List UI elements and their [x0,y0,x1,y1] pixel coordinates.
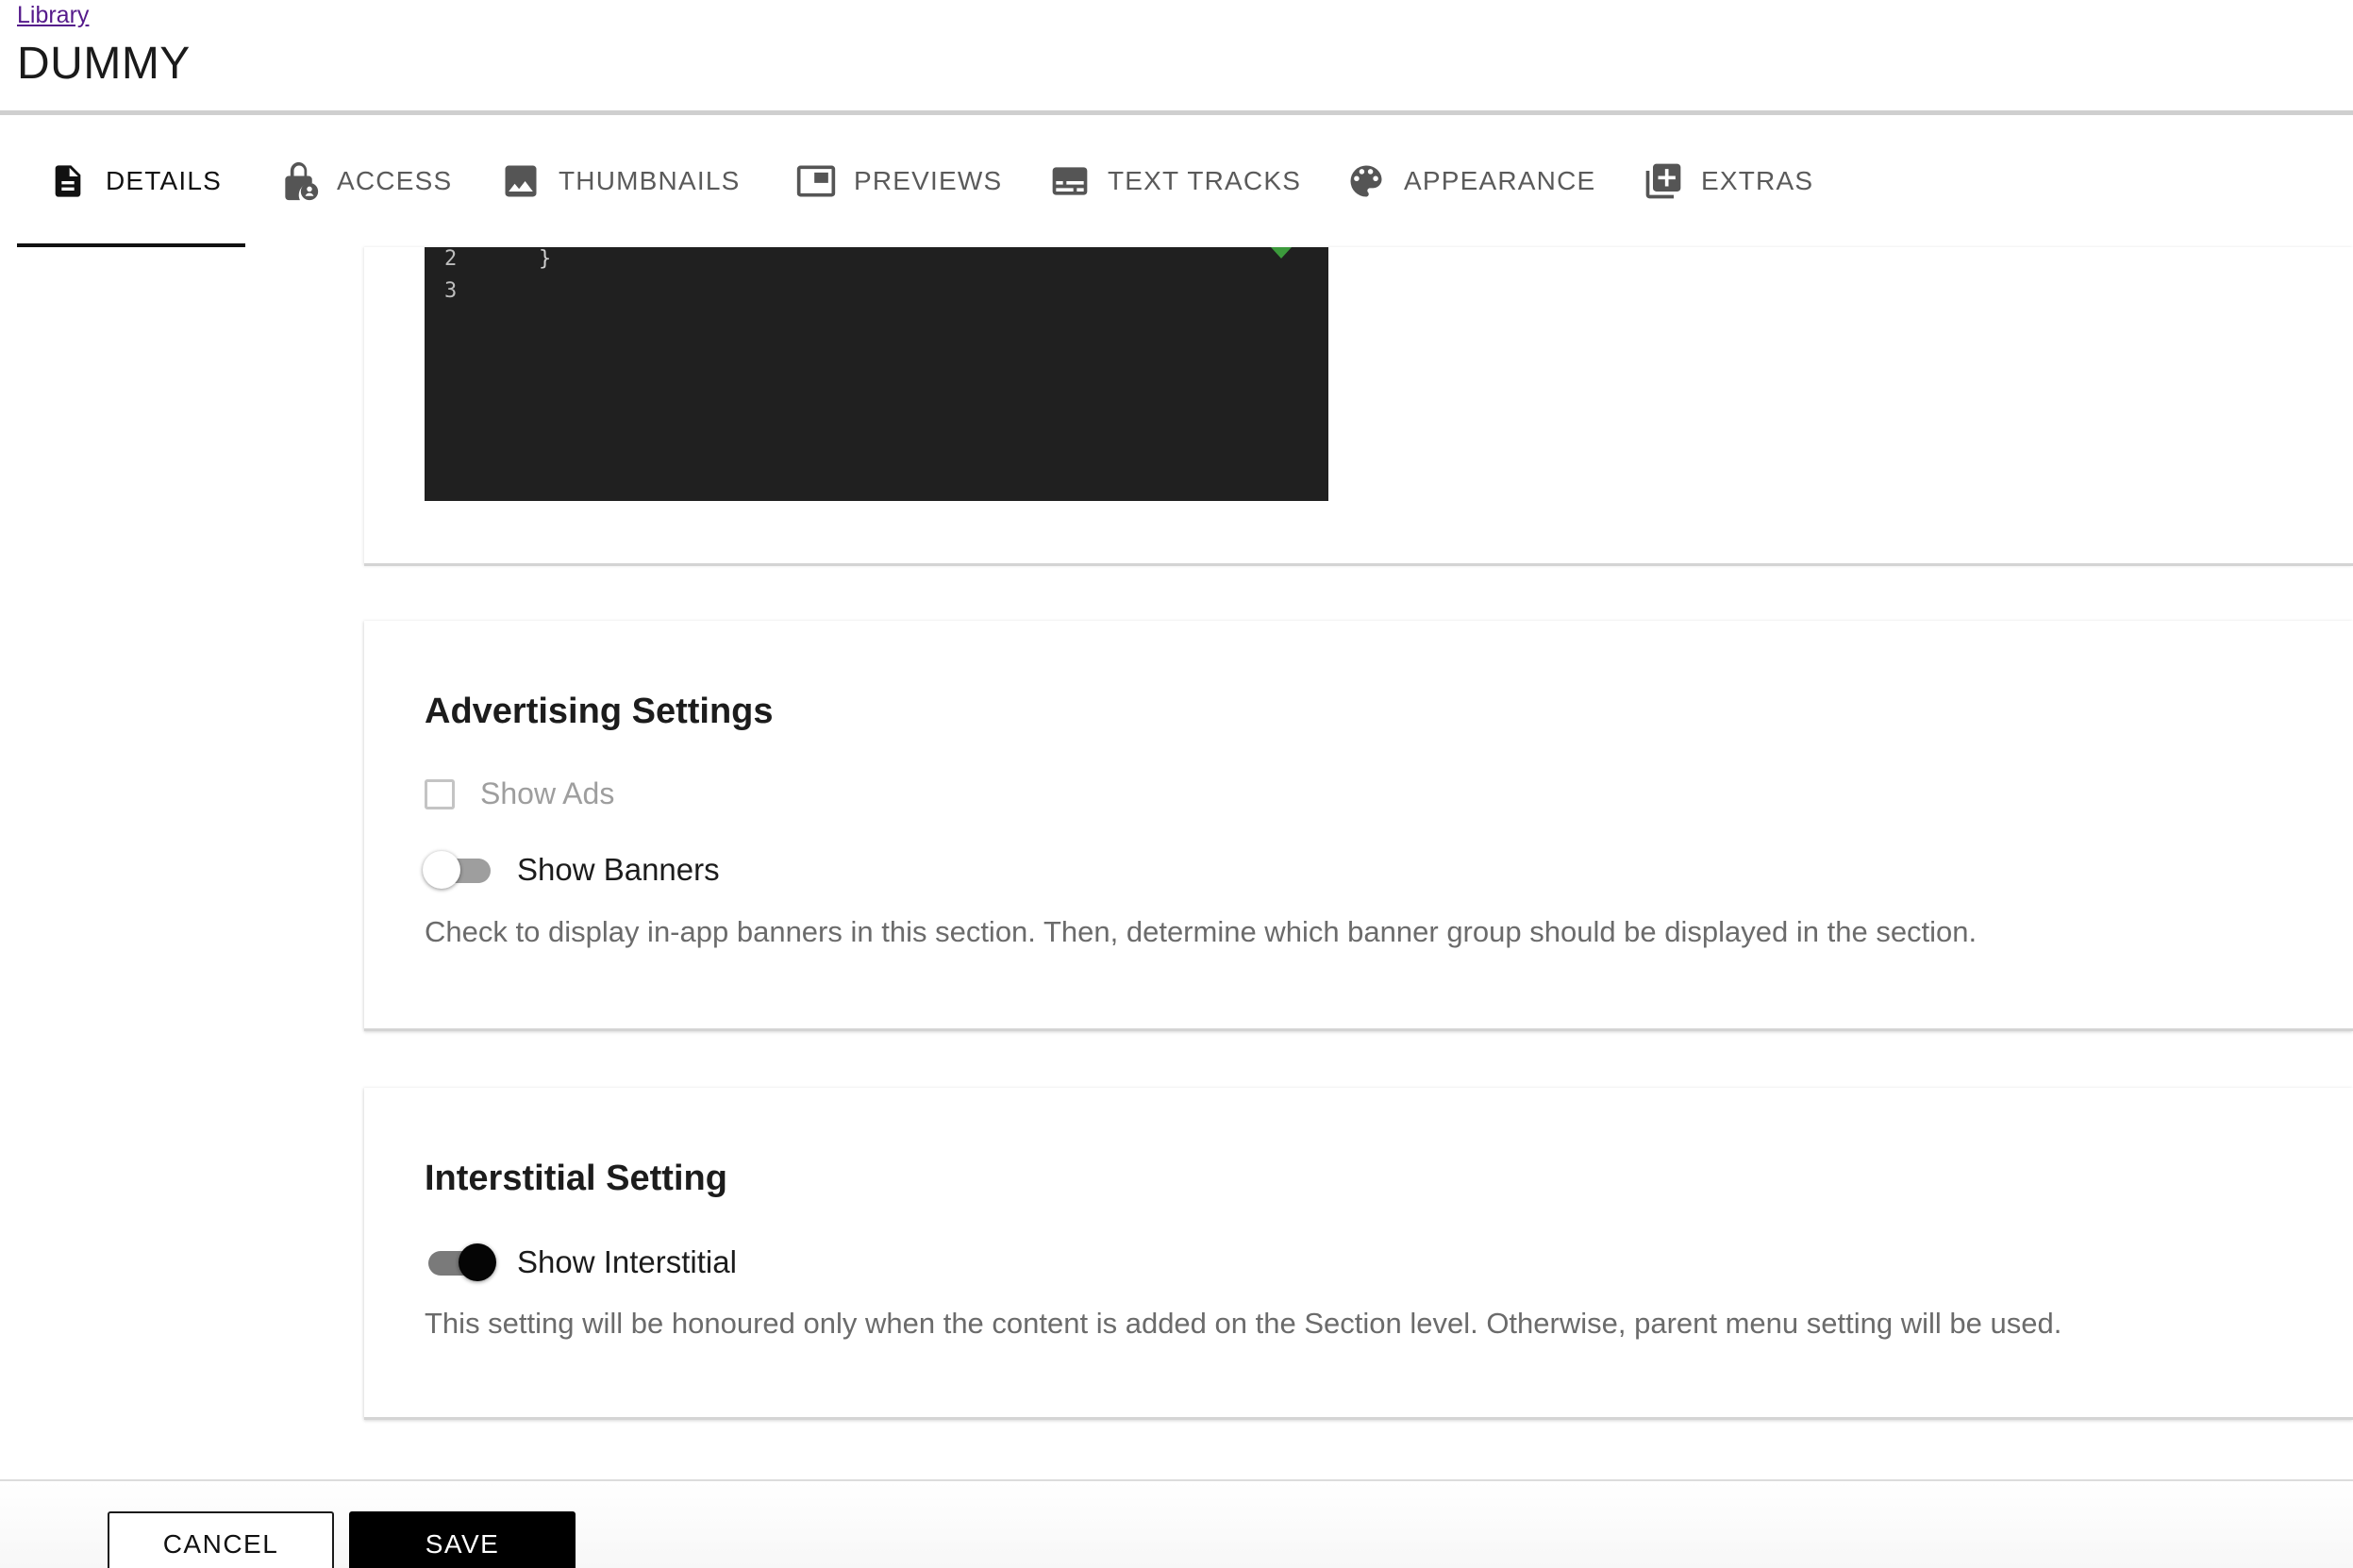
page-title: DUMMY [17,39,191,89]
checkbox-box[interactable] [425,778,455,809]
show-banners-toggle[interactable]: Show Banners [423,851,720,889]
interstitial-helper-text: This setting will be honoured only when … [425,1307,2062,1340]
switch-thumb [459,1243,496,1281]
interstitial-setting-title: Interstitial Setting [425,1159,727,1198]
show-interstitial-toggle[interactable]: Show Interstitial [425,1243,737,1281]
tab-label: DETAILS [106,166,223,195]
show-interstitial-label: Show Interstitial [517,1244,737,1279]
show-ads-checkbox[interactable]: Show Ads [425,776,614,811]
tab-access[interactable]: ACCESS [278,115,452,247]
tab-text-tracks[interactable]: TEXT TRACKS [1049,115,1301,247]
tab-thumbnails[interactable]: THUMBNAILS [500,115,740,247]
code-editor[interactable]: 2} 3 [425,247,1328,501]
tab-details[interactable]: DETAILS [47,115,222,247]
tab-label: EXTRAS [1701,166,1814,195]
show-ads-label: Show Ads [480,776,615,810]
tab-label: PREVIEWS [854,166,1003,195]
tab-appearance[interactable]: APPEARANCE [1345,115,1595,247]
breadcrumb-library-link[interactable]: Library [17,2,89,29]
tab-label: ACCESS [337,166,453,195]
image-icon [500,160,542,202]
show-banners-label: Show Banners [517,852,720,887]
code-line: 2} [444,247,552,271]
advertising-settings-title: Advertising Settings [425,692,774,731]
tab-extras[interactable]: EXTRAS [1643,115,1813,247]
code-line: 3 [444,279,458,303]
tab-label: THUMBNAILS [559,166,741,195]
lock-user-icon [278,160,320,202]
validation-marker-icon [1271,247,1292,259]
tab-label: TEXT TRACKS [1108,166,1302,195]
save-button[interactable]: SAVE [349,1511,576,1568]
switch-thumb [423,851,460,889]
tab-previews[interactable]: PREVIEWS [795,115,1002,247]
show-banners-helper-text: Check to display in-app banners in this … [425,915,1978,948]
cancel-button[interactable]: CANCEL [108,1511,334,1568]
library-add-icon [1643,160,1684,202]
active-tab-indicator [17,243,245,247]
switch[interactable] [425,1243,496,1281]
document-icon [47,160,89,202]
tab-bar: DETAILS ACCESS THUMBNAILS PREVIEWS TEXT … [0,115,2353,247]
picture-in-picture-icon [795,160,837,202]
subtitles-icon [1049,160,1091,202]
advertising-settings-card: Advertising Settings Show Ads Show Banne… [364,621,2353,1031]
interstitial-setting-card: Interstitial Setting Show Interstitial T… [364,1088,2353,1420]
tab-label: APPEARANCE [1404,166,1596,195]
footer-actions: CANCEL SAVE [0,1481,2353,1568]
switch[interactable] [423,851,494,889]
palette-icon [1345,160,1387,202]
